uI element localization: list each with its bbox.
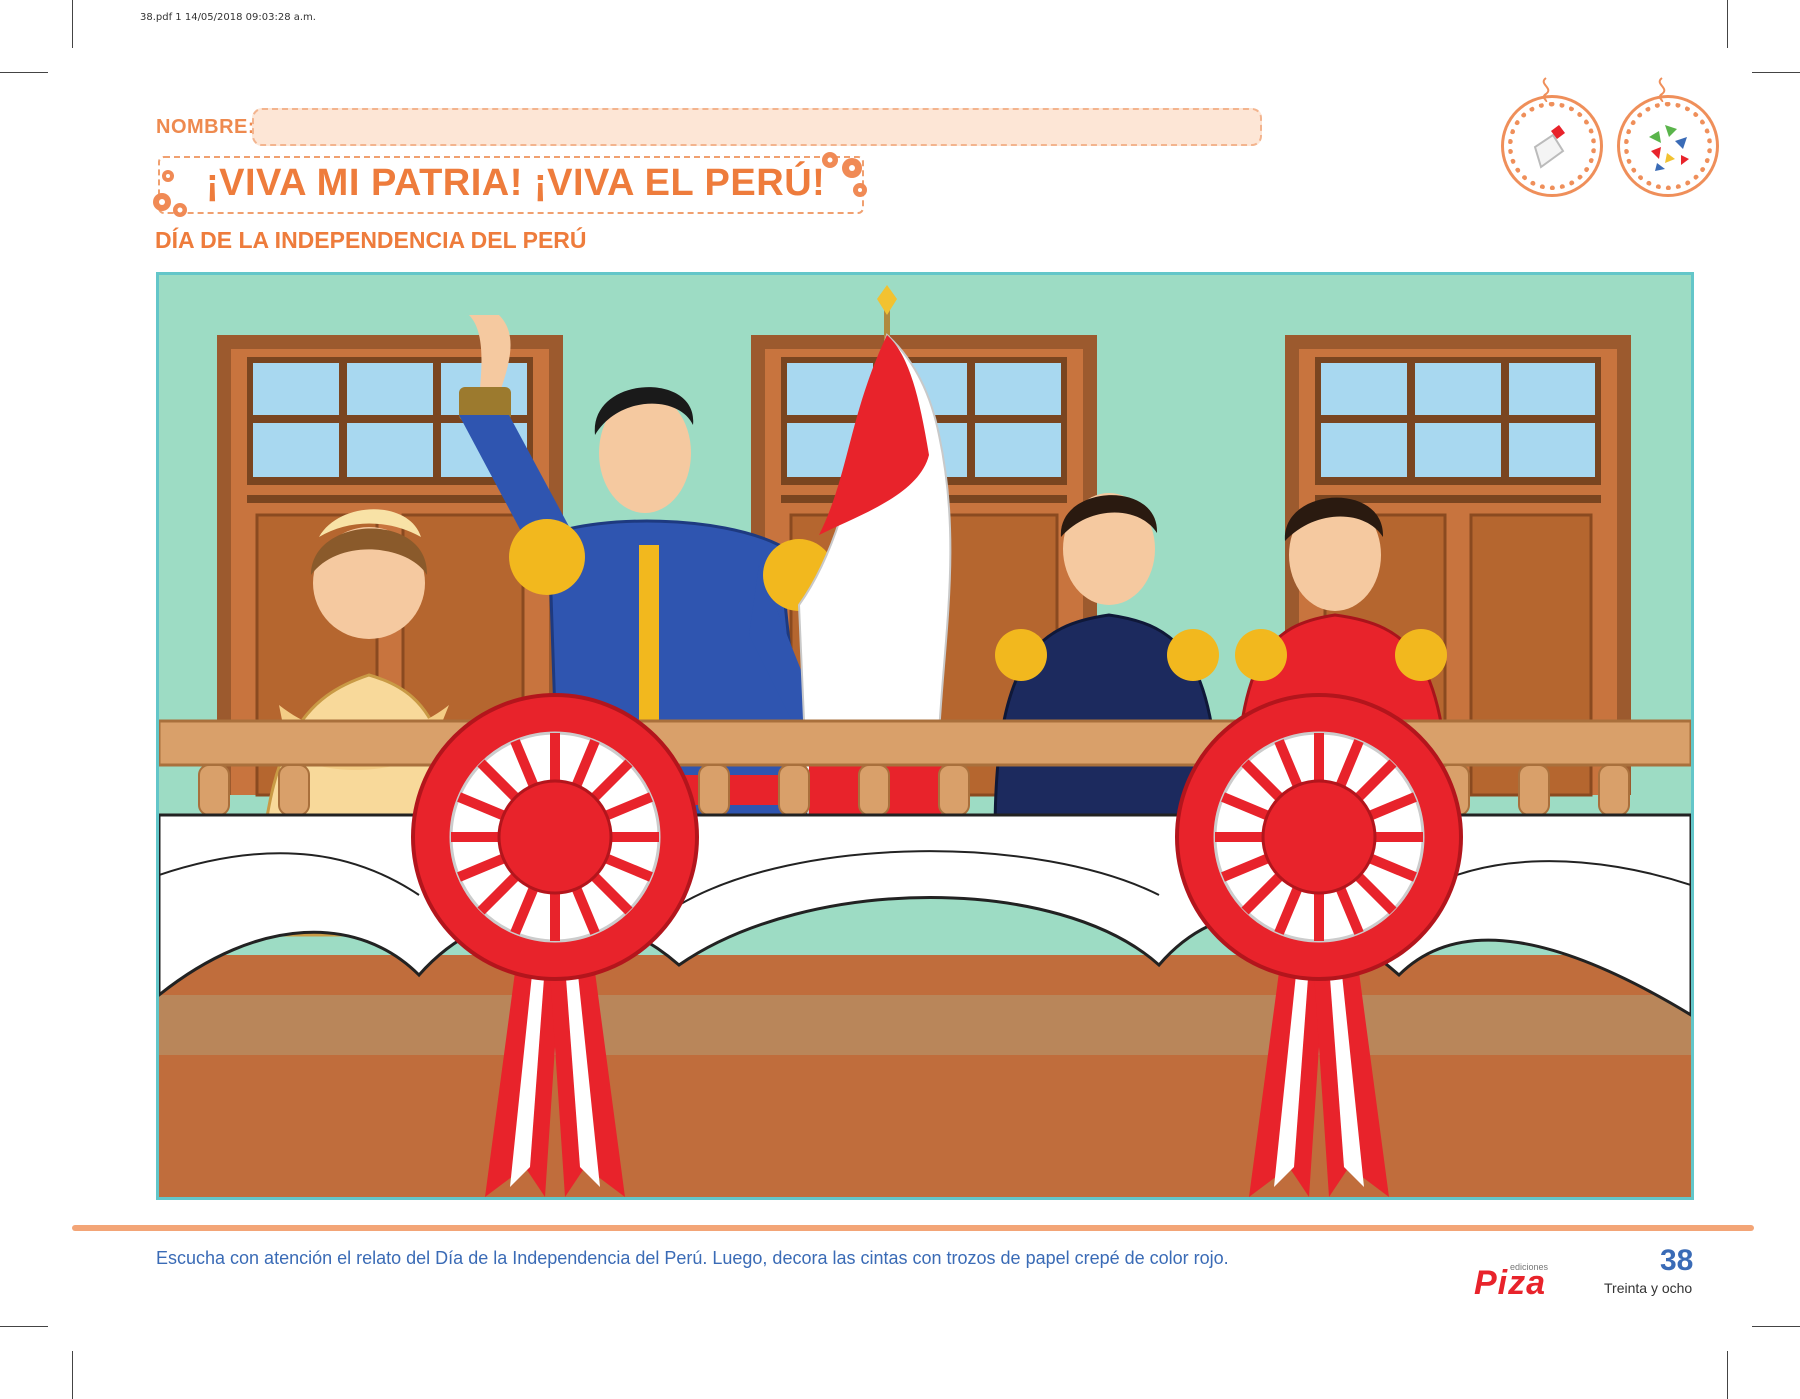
footer-divider	[72, 1225, 1754, 1231]
activity-instruction: Escucha con atención el relato del Día d…	[156, 1248, 1229, 1268]
steam-squiggle-icon	[1658, 77, 1666, 102]
print-info: 38.pdf 1 14/05/2018 09:03:28 a.m.	[140, 12, 316, 23]
paper-badge	[1624, 102, 1712, 190]
glue-bottle-icon	[1533, 125, 1565, 169]
logo-text: Piza	[1474, 1264, 1547, 1302]
page-subtitle: DÍA DE LA INDEPENDENCIA DEL PERÚ	[155, 227, 587, 253]
crop-mark	[1727, 0, 1728, 48]
independence-illustration	[156, 272, 1694, 1200]
crop-mark	[1727, 1351, 1728, 1399]
steam-squiggle-icon	[1542, 77, 1550, 102]
glue-badge	[1508, 102, 1596, 190]
name-label: NOMBRE:	[156, 116, 256, 138]
crop-mark	[72, 0, 73, 48]
paper-pieces-icon	[1649, 125, 1689, 171]
crop-mark	[72, 1351, 73, 1399]
crop-mark	[0, 1326, 48, 1327]
crop-mark	[1752, 72, 1800, 73]
flower-decoration-icon	[153, 170, 187, 217]
crop-mark	[1752, 1326, 1800, 1327]
page-number-words: Treinta y ocho	[1604, 1280, 1693, 1296]
name-field[interactable]	[252, 108, 1262, 146]
crop-mark	[0, 72, 48, 73]
page-title: ¡VIVA MI PATRIA! ¡VIVA EL PERÚ!	[206, 162, 826, 204]
page-number: 38	[1660, 1244, 1694, 1277]
